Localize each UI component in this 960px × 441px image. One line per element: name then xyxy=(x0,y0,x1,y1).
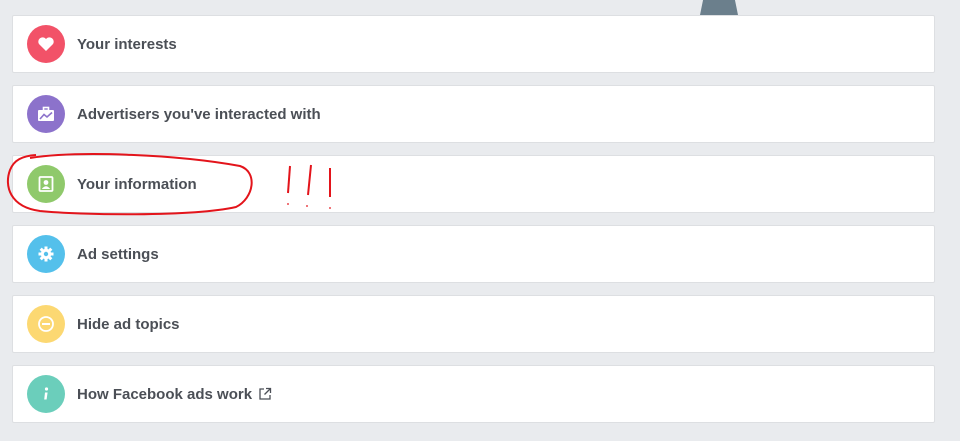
row-label: Your information xyxy=(77,175,197,193)
row-label: Hide ad topics xyxy=(77,315,180,333)
ad-preferences-page: Your interests Advertisers you've intera… xyxy=(0,0,960,441)
row-hide-ad-topics[interactable]: Hide ad topics xyxy=(12,295,935,353)
ad-preferences-list: Your interests Advertisers you've intera… xyxy=(12,15,935,435)
row-label: Ad settings xyxy=(77,245,159,263)
row-label: How Facebook ads work xyxy=(77,385,253,403)
row-ad-settings[interactable]: Ad settings xyxy=(12,225,935,283)
briefcase-icon xyxy=(27,95,65,133)
row-your-interests[interactable]: Your interests xyxy=(12,15,935,73)
row-how-facebook-ads-work[interactable]: How Facebook ads work xyxy=(12,365,935,423)
row-your-information[interactable]: Your information xyxy=(12,155,935,213)
row-label: Your interests xyxy=(77,35,177,53)
external-link-icon[interactable] xyxy=(258,387,272,401)
gear-icon xyxy=(27,235,65,273)
minus-icon xyxy=(27,305,65,343)
id-card-icon xyxy=(27,165,65,203)
header-shape xyxy=(700,0,738,15)
heart-icon xyxy=(27,25,65,63)
row-advertisers[interactable]: Advertisers you've interacted with xyxy=(12,85,935,143)
info-icon xyxy=(27,375,65,413)
row-label: Advertisers you've interacted with xyxy=(77,105,321,123)
